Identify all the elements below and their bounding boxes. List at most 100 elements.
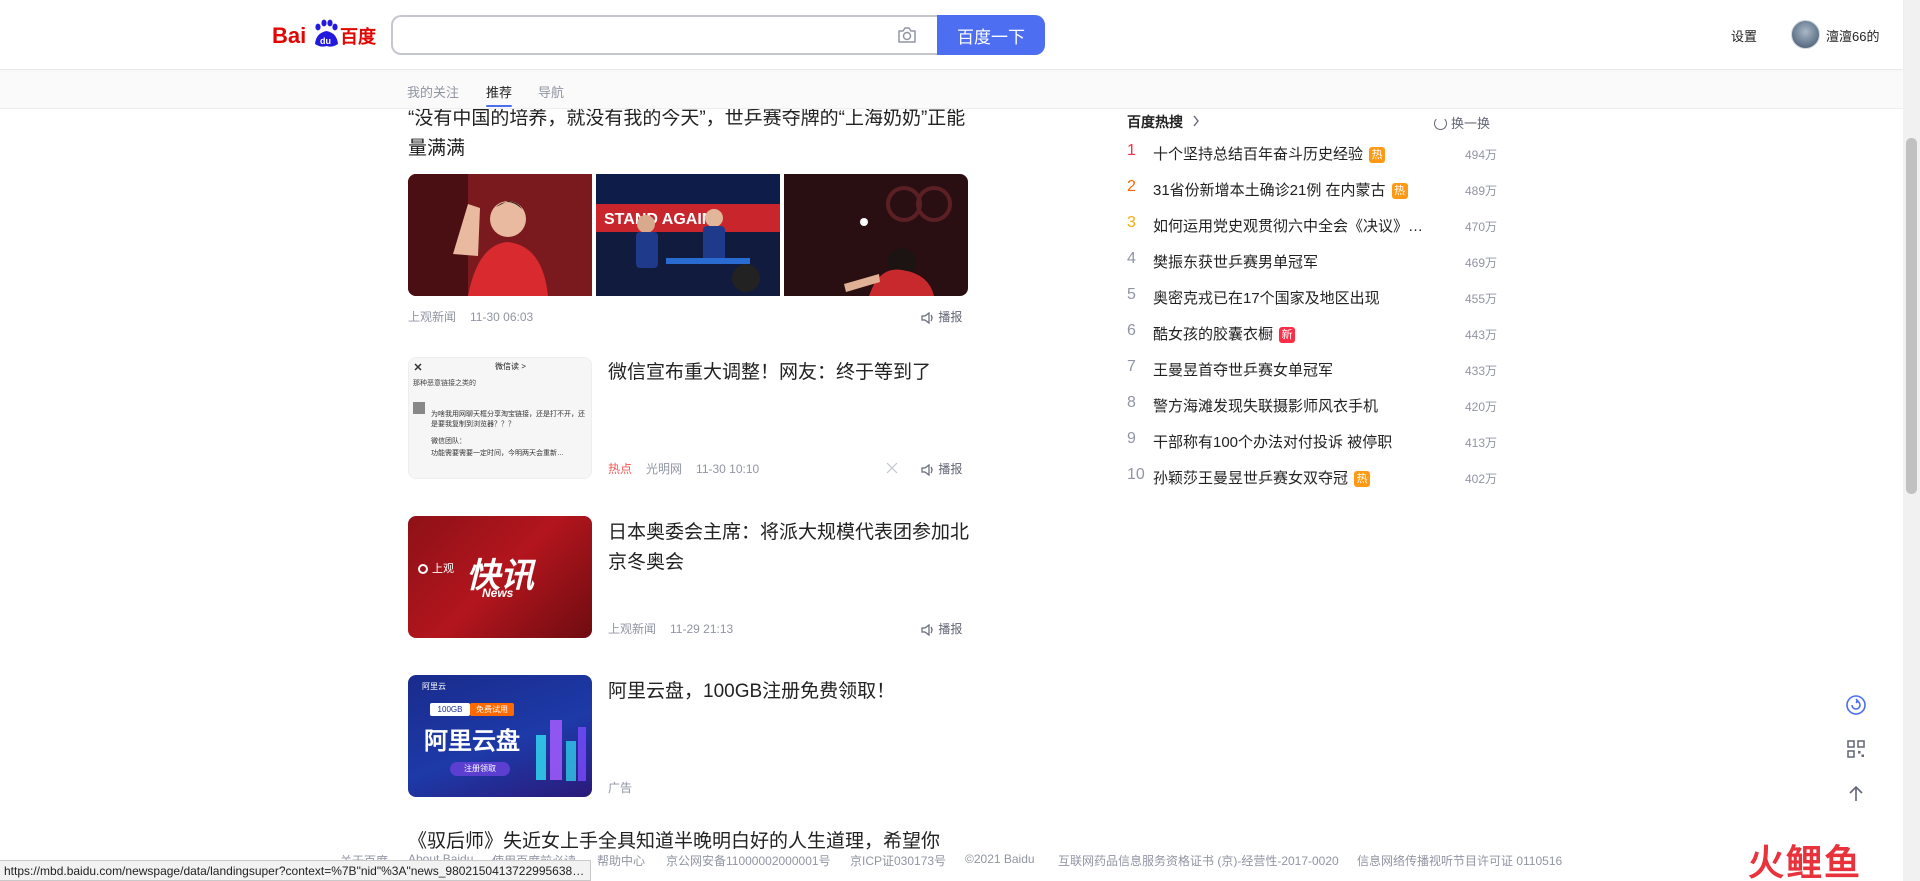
refresh-button[interactable]: 换一换 (1434, 113, 1490, 132)
hot-rank: 7 (1127, 358, 1136, 375)
dismiss-icon[interactable] (886, 462, 898, 474)
hot-heat-value: 433万 (1464, 364, 1497, 378)
thumb-text: 微信团队： (431, 438, 466, 445)
hot-title[interactable]: 孙颖莎王曼昱世乒赛女双夺冠热 (1153, 467, 1443, 488)
broadcast-button[interactable]: 播报 (921, 460, 962, 477)
footer-link[interactable]: 京ICP证030173号 (850, 852, 946, 869)
news-meta: 热点 光明网 11-30 10:10 (608, 460, 773, 477)
refresh-label: 换一换 (1451, 116, 1491, 131)
hot-title[interactable]: 樊振东获世乒赛男单冠军 (1153, 251, 1443, 272)
svg-text:Bai: Bai (272, 23, 306, 48)
news-image[interactable] (784, 174, 968, 296)
hot-title[interactable]: 如何运用党史观贯彻六中全会《决议》… (1153, 215, 1443, 236)
tab-recommend[interactable]: 推荐 (486, 82, 513, 107)
thumb-text: 那种恶意链接之类的 (413, 380, 476, 387)
search-button[interactable]: 百度一下 (937, 15, 1045, 55)
hot-title[interactable]: 十个坚持总结百年奋斗历史经验热 (1153, 143, 1443, 164)
news-source[interactable]: 上观新闻 (408, 310, 456, 324)
hot-rank: 9 (1127, 430, 1136, 447)
hot-title[interactable]: 王曼昱首夺世乒赛女单冠军 (1153, 359, 1443, 380)
hot-rank: 5 (1127, 286, 1136, 303)
qrcode-icon[interactable] (1845, 738, 1867, 760)
thumb-text: 微信读 > (495, 362, 526, 371)
hot-search-item[interactable]: 7 王曼昱首夺世乒赛女单冠军 433万 (1127, 356, 1497, 382)
footer-link[interactable]: 信息网络传播视听节目许可证 0110516 (1357, 852, 1562, 869)
news-source[interactable]: 光明网 (646, 462, 682, 476)
hot-rank: 8 (1127, 394, 1136, 411)
thumb-text: News (482, 586, 514, 600)
hot-search-item[interactable]: 3 如何运用党史观贯彻六中全会《决议》… 470万 (1127, 212, 1497, 238)
svg-text:STAND AGAIN: STAND AGAIN (604, 211, 713, 228)
hot-title[interactable]: 31省份新增本土确诊21例 在内蒙古热 (1153, 179, 1443, 200)
settings-link[interactable]: 设置 (1731, 26, 1757, 45)
scrollbar-thumb[interactable] (1906, 138, 1917, 494)
speaker-icon (921, 311, 933, 324)
footer-link[interactable]: 京公网安备11000002000001号 (666, 852, 831, 869)
hot-rank: 3 (1127, 214, 1136, 231)
hot-rank: 2 (1127, 178, 1136, 195)
speaker-icon (921, 463, 933, 476)
broadcast-button[interactable]: 播报 (921, 620, 962, 637)
news-image[interactable]: 上观 快讯 News (408, 516, 592, 638)
camera-icon[interactable] (897, 26, 917, 44)
broadcast-button[interactable]: 播报 (921, 308, 962, 325)
hot-rank: 4 (1127, 250, 1136, 267)
hot-badge: 热 (1369, 147, 1386, 163)
thumb-text: 为啥我用网聊天框分享淘宝链接，还是打不开，还是要我复制到浏览器？？？ (431, 411, 585, 428)
hot-search-item[interactable]: 1 十个坚持总结百年奋斗历史经验热 494万 (1127, 140, 1497, 166)
hot-search-item[interactable]: 6 酷女孩的胶囊衣橱新 443万 (1127, 320, 1497, 346)
hot-search-item[interactable]: 5 奥密克戎已在17个国家及地区出现 455万 (1127, 284, 1497, 310)
news-title[interactable]: 微信宣布重大调整！网友：终于等到了 (608, 358, 983, 388)
hot-title[interactable]: 奥密克戎已在17个国家及地区出现 (1153, 287, 1443, 308)
ad-image[interactable]: 阿里云 100GB 免费试用 阿里云盘 注册领取 (408, 675, 592, 797)
search-input[interactable] (391, 15, 939, 55)
tab-navigation[interactable]: 导航 (538, 82, 564, 101)
hot-search-item[interactable]: 9 干部称有100个办法对付投诉 被停职 413万 (1127, 428, 1497, 454)
hot-search-heading[interactable]: 百度热搜 (1127, 112, 1183, 132)
footer-link[interactable]: 帮助中心 (597, 852, 645, 869)
speaker-icon (921, 623, 933, 636)
chevron-right-icon[interactable] (1192, 115, 1200, 127)
search-box: 百度一下 (391, 15, 1045, 55)
hot-search-item[interactable]: 2 31省份新增本土确诊21例 在内蒙古热 489万 (1127, 176, 1497, 202)
hot-search-item[interactable]: 4 樊振东获世乒赛男单冠军 469万 (1127, 248, 1497, 274)
username[interactable]: 澶澶66的 (1826, 26, 1879, 45)
refresh-icon (1434, 117, 1447, 130)
footer-copyright: ©2021 Baidu (965, 852, 1035, 866)
hot-heat-value: 489万 (1464, 184, 1497, 198)
hot-title[interactable]: 干部称有100个办法对付投诉 被停职 (1153, 431, 1443, 452)
hot-rank: 1 (1127, 142, 1136, 159)
status-bar-url: https://mbd.baidu.com/newspage/data/land… (0, 860, 592, 881)
footer-link[interactable]: 互联网药品信息服务资格证书 (京)-经营性-2017-0020 (1058, 852, 1339, 869)
hot-rank: 6 (1127, 322, 1136, 339)
baidu-logo[interactable]: Bai du 百度 (272, 14, 377, 50)
hot-tag: 热点 (608, 462, 633, 476)
news-title[interactable]: 日本奥委会主席：将派大规模代表团参加北京冬奥会 (608, 518, 983, 578)
thumb-text: 上观 (432, 563, 454, 575)
news-image-group[interactable]: STAND AGAIN (408, 174, 968, 296)
back-to-top-icon[interactable] (1845, 783, 1867, 805)
hot-heat-value: 402万 (1464, 472, 1497, 486)
news-image[interactable]: STAND AGAIN (596, 174, 780, 296)
hot-badge: 热 (1354, 471, 1371, 487)
hot-search-item[interactable]: 10 孙颖莎王曼昱世乒赛女双夺冠热 402万 (1127, 464, 1497, 490)
svg-text:du: du (320, 36, 331, 46)
news-image[interactable]: 微信读 > 那种恶意链接之类的 为啥我用网聊天框分享淘宝链接，还是打不开，还是要… (408, 357, 592, 479)
hot-title[interactable]: 警方海滩发现失联摄影师风衣手机 (1153, 395, 1443, 416)
hot-heat-value: 443万 (1464, 328, 1497, 342)
avatar[interactable] (1791, 20, 1820, 49)
refresh-circle-icon[interactable] (1845, 694, 1867, 716)
hot-heat-value: 470万 (1464, 220, 1497, 234)
ad-title[interactable]: 阿里云盘，100GB注册免费领取！ (608, 677, 983, 707)
feed-tabs: 我的关注 推荐 导航 (0, 71, 1903, 109)
svg-text:百度: 百度 (340, 26, 377, 48)
news-title[interactable]: “没有中国的培养，就没有我的今天”，世乒赛夺牌的“上海奶奶”正能量满满 (408, 104, 978, 164)
news-image[interactable] (408, 174, 592, 296)
thumb-text: 阿里云盘 (424, 728, 520, 755)
hot-search-item[interactable]: 8 警方海滩发现失联摄影师风衣手机 420万 (1127, 392, 1497, 418)
thumb-text: 功能需要需要一定时间，今明两天会重新… (431, 450, 564, 457)
tab-my-follow[interactable]: 我的关注 (407, 82, 459, 101)
broadcast-label: 播报 (938, 310, 963, 324)
hot-title[interactable]: 酷女孩的胶囊衣橱新 (1153, 323, 1443, 344)
news-source[interactable]: 上观新闻 (608, 622, 656, 636)
